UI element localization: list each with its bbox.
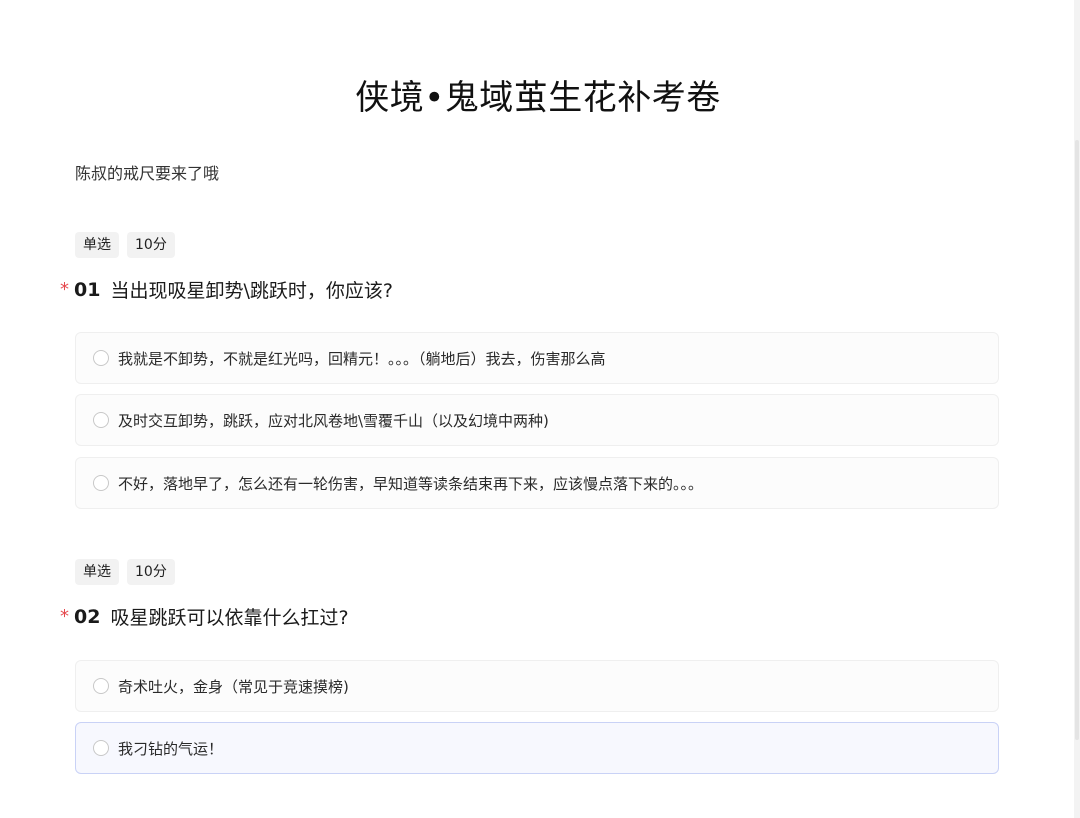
radio-button[interactable] xyxy=(93,475,109,491)
option-q1-c[interactable]: 不好，落地早了，怎么还有一轮伤害，早知道等读条结束再下来，应该慢点落下来的。。。 xyxy=(75,457,999,509)
question-number: 01 xyxy=(74,278,101,301)
question-tags: 单选 10分 xyxy=(75,559,175,585)
required-mark: * xyxy=(60,279,69,300)
question-text: 当出现吸星卸势\跳跃时，你应该? xyxy=(110,280,393,302)
option-label: 及时交互卸势，跳跃，应对北风卷地\雪覆千山（以及幻境中两种) xyxy=(118,411,549,430)
question-type-tag: 单选 xyxy=(75,559,119,585)
option-q2-a[interactable]: 奇术吐火，金身（常见于竞速摸榜) xyxy=(75,660,999,712)
radio-button[interactable] xyxy=(93,678,109,694)
option-label: 我就是不卸势，不就是红光吗，回精元！。。。（躺地后）我去，伤害那么高 xyxy=(118,349,606,368)
survey-title: 侠境•鬼域茧生花补考卷 xyxy=(355,78,721,118)
question-title: * 02 吸星跳跃可以依靠什么扛过? xyxy=(60,603,349,630)
option-q1-b[interactable]: 及时交互卸势，跳跃，应对北风卷地\雪覆千山（以及幻境中两种) xyxy=(75,394,999,446)
required-mark: * xyxy=(60,606,69,627)
option-q1-a[interactable]: 我就是不卸势，不就是红光吗，回精元！。。。（躺地后）我去，伤害那么高 xyxy=(75,332,999,384)
scrollbar-thumb[interactable] xyxy=(1075,140,1079,740)
question-type-tag: 单选 xyxy=(75,232,119,258)
option-label: 不好，落地早了，怎么还有一轮伤害，早知道等读条结束再下来，应该慢点落下来的。。。 xyxy=(118,474,704,493)
option-label: 我刁钻的气运！ xyxy=(118,739,224,758)
radio-button[interactable] xyxy=(93,350,109,366)
question-number: 02 xyxy=(74,605,101,628)
question-title: * 01 当出现吸星卸势\跳跃时，你应该? xyxy=(60,276,393,303)
question-score-tag: 10分 xyxy=(127,232,175,258)
survey-page: 侠境•鬼域茧生花补考卷 陈叔的戒尺要来了哦 单选 10分 * 01 当出现吸星卸… xyxy=(0,0,1080,818)
question-tags: 单选 10分 xyxy=(75,232,175,258)
radio-button[interactable] xyxy=(93,740,109,756)
question-score-tag: 10分 xyxy=(127,559,175,585)
scrollbar[interactable] xyxy=(1074,0,1080,818)
question-text: 吸星跳跃可以依靠什么扛过? xyxy=(110,607,349,629)
option-q2-b[interactable]: 我刁钻的气运！ xyxy=(75,722,999,774)
radio-button[interactable] xyxy=(93,412,109,428)
option-label: 奇术吐火，金身（常见于竞速摸榜) xyxy=(118,677,349,696)
survey-description: 陈叔的戒尺要来了哦 xyxy=(75,164,220,183)
